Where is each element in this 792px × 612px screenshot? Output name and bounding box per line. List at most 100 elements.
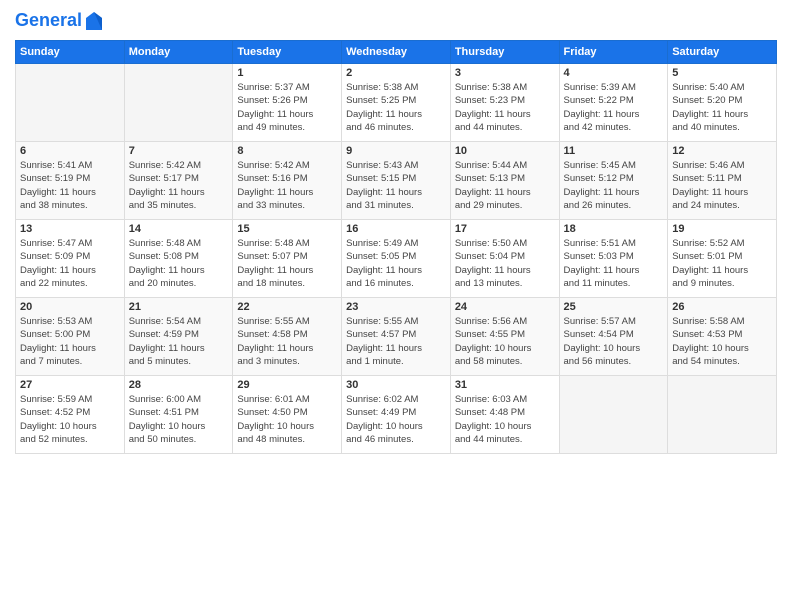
day-detail: Sunrise: 5:47 AM Sunset: 5:09 PM Dayligh… bbox=[20, 237, 120, 290]
calendar-cell bbox=[16, 64, 125, 142]
day-detail: Sunrise: 5:59 AM Sunset: 4:52 PM Dayligh… bbox=[20, 393, 120, 446]
day-number: 22 bbox=[237, 301, 337, 313]
header-tuesday: Tuesday bbox=[233, 41, 342, 64]
day-detail: Sunrise: 5:39 AM Sunset: 5:22 PM Dayligh… bbox=[564, 81, 664, 134]
day-detail: Sunrise: 6:02 AM Sunset: 4:49 PM Dayligh… bbox=[346, 393, 446, 446]
day-number: 4 bbox=[564, 67, 664, 79]
day-detail: Sunrise: 5:54 AM Sunset: 4:59 PM Dayligh… bbox=[129, 315, 229, 368]
calendar-cell bbox=[124, 64, 233, 142]
logo: General bbox=[15, 10, 104, 32]
day-number: 16 bbox=[346, 223, 446, 235]
calendar-cell bbox=[668, 376, 777, 454]
calendar-cell: 27 Sunrise: 5:59 AM Sunset: 4:52 PM Dayli… bbox=[16, 376, 125, 454]
day-detail: Sunrise: 5:57 AM Sunset: 4:54 PM Dayligh… bbox=[564, 315, 664, 368]
calendar-body: 1 Sunrise: 5:37 AM Sunset: 5:26 PM Daylig… bbox=[16, 64, 777, 454]
day-number: 11 bbox=[564, 145, 664, 157]
logo-icon bbox=[84, 10, 104, 32]
calendar-cell: 16 Sunrise: 5:49 AM Sunset: 5:05 PM Dayli… bbox=[342, 220, 451, 298]
day-number: 25 bbox=[564, 301, 664, 313]
calendar-cell: 26Sunrise: 5:58 AM Sunset: 4:53 PM Dayli… bbox=[668, 298, 777, 376]
day-number: 20 bbox=[20, 301, 120, 313]
day-detail: Sunrise: 5:50 AM Sunset: 5:04 PM Dayligh… bbox=[455, 237, 555, 290]
day-number: 23 bbox=[346, 301, 446, 313]
day-detail: Sunrise: 5:58 AM Sunset: 4:53 PM Dayligh… bbox=[672, 315, 772, 368]
day-number: 9 bbox=[346, 145, 446, 157]
day-detail: Sunrise: 5:48 AM Sunset: 5:07 PM Dayligh… bbox=[237, 237, 337, 290]
calendar-cell: 17 Sunrise: 5:50 AM Sunset: 5:04 PM Dayli… bbox=[450, 220, 559, 298]
page-container: General Sunday Monday Tuesday Wednes bbox=[0, 0, 792, 464]
header-friday: Friday bbox=[559, 41, 668, 64]
calendar-cell: 29 Sunrise: 6:01 AM Sunset: 4:50 PM Dayli… bbox=[233, 376, 342, 454]
day-detail: Sunrise: 5:46 AM Sunset: 5:11 PM Dayligh… bbox=[672, 159, 772, 212]
day-number: 12 bbox=[672, 145, 772, 157]
header-sunday: Sunday bbox=[16, 41, 125, 64]
calendar-week-5: 27 Sunrise: 5:59 AM Sunset: 4:52 PM Dayli… bbox=[16, 376, 777, 454]
header-monday: Monday bbox=[124, 41, 233, 64]
calendar-cell: 1 Sunrise: 5:37 AM Sunset: 5:26 PM Daylig… bbox=[233, 64, 342, 142]
day-number: 1 bbox=[237, 67, 337, 79]
day-detail: Sunrise: 5:43 AM Sunset: 5:15 PM Dayligh… bbox=[346, 159, 446, 212]
calendar-week-1: 1 Sunrise: 5:37 AM Sunset: 5:26 PM Daylig… bbox=[16, 64, 777, 142]
header-row: Sunday Monday Tuesday Wednesday Thursday… bbox=[16, 41, 777, 64]
day-detail: Sunrise: 5:37 AM Sunset: 5:26 PM Dayligh… bbox=[237, 81, 337, 134]
calendar-cell: 14 Sunrise: 5:48 AM Sunset: 5:08 PM Dayli… bbox=[124, 220, 233, 298]
day-detail: Sunrise: 5:51 AM Sunset: 5:03 PM Dayligh… bbox=[564, 237, 664, 290]
day-number: 24 bbox=[455, 301, 555, 313]
day-number: 2 bbox=[346, 67, 446, 79]
day-number: 19 bbox=[672, 223, 772, 235]
day-number: 17 bbox=[455, 223, 555, 235]
calendar-cell: 12 Sunrise: 5:46 AM Sunset: 5:11 PM Dayli… bbox=[668, 142, 777, 220]
day-detail: Sunrise: 5:49 AM Sunset: 5:05 PM Dayligh… bbox=[346, 237, 446, 290]
day-number: 15 bbox=[237, 223, 337, 235]
day-number: 13 bbox=[20, 223, 120, 235]
header-wednesday: Wednesday bbox=[342, 41, 451, 64]
calendar-cell: 7 Sunrise: 5:42 AM Sunset: 5:17 PM Daylig… bbox=[124, 142, 233, 220]
logo-text: General bbox=[15, 11, 82, 31]
day-detail: Sunrise: 5:53 AM Sunset: 5:00 PM Dayligh… bbox=[20, 315, 120, 368]
day-number: 6 bbox=[20, 145, 120, 157]
day-number: 29 bbox=[237, 379, 337, 391]
day-number: 14 bbox=[129, 223, 229, 235]
calendar-cell: 4 Sunrise: 5:39 AM Sunset: 5:22 PM Daylig… bbox=[559, 64, 668, 142]
day-number: 3 bbox=[455, 67, 555, 79]
calendar-cell: 30 Sunrise: 6:02 AM Sunset: 4:49 PM Dayli… bbox=[342, 376, 451, 454]
calendar-cell: 6 Sunrise: 5:41 AM Sunset: 5:19 PM Daylig… bbox=[16, 142, 125, 220]
day-detail: Sunrise: 5:41 AM Sunset: 5:19 PM Dayligh… bbox=[20, 159, 120, 212]
calendar-cell: 21Sunrise: 5:54 AM Sunset: 4:59 PM Dayli… bbox=[124, 298, 233, 376]
day-number: 10 bbox=[455, 145, 555, 157]
calendar-week-3: 13 Sunrise: 5:47 AM Sunset: 5:09 PM Dayli… bbox=[16, 220, 777, 298]
calendar-cell bbox=[559, 376, 668, 454]
calendar-week-2: 6 Sunrise: 5:41 AM Sunset: 5:19 PM Daylig… bbox=[16, 142, 777, 220]
calendar-cell: 19 Sunrise: 5:52 AM Sunset: 5:01 PM Dayli… bbox=[668, 220, 777, 298]
calendar-header: Sunday Monday Tuesday Wednesday Thursday… bbox=[16, 41, 777, 64]
day-detail: Sunrise: 5:52 AM Sunset: 5:01 PM Dayligh… bbox=[672, 237, 772, 290]
day-detail: Sunrise: 5:48 AM Sunset: 5:08 PM Dayligh… bbox=[129, 237, 229, 290]
day-number: 30 bbox=[346, 379, 446, 391]
day-number: 28 bbox=[129, 379, 229, 391]
calendar-cell: 31Sunrise: 6:03 AM Sunset: 4:48 PM Dayli… bbox=[450, 376, 559, 454]
calendar-cell: 25 Sunrise: 5:57 AM Sunset: 4:54 PM Dayli… bbox=[559, 298, 668, 376]
header: General bbox=[15, 10, 777, 32]
day-number: 5 bbox=[672, 67, 772, 79]
day-number: 7 bbox=[129, 145, 229, 157]
calendar-cell: 23 Sunrise: 5:55 AM Sunset: 4:57 PM Dayli… bbox=[342, 298, 451, 376]
day-number: 8 bbox=[237, 145, 337, 157]
day-detail: Sunrise: 6:01 AM Sunset: 4:50 PM Dayligh… bbox=[237, 393, 337, 446]
calendar-cell: 28 Sunrise: 6:00 AM Sunset: 4:51 PM Dayli… bbox=[124, 376, 233, 454]
day-detail: Sunrise: 5:44 AM Sunset: 5:13 PM Dayligh… bbox=[455, 159, 555, 212]
calendar-cell: 13 Sunrise: 5:47 AM Sunset: 5:09 PM Dayli… bbox=[16, 220, 125, 298]
calendar-cell: 15 Sunrise: 5:48 AM Sunset: 5:07 PM Dayli… bbox=[233, 220, 342, 298]
header-saturday: Saturday bbox=[668, 41, 777, 64]
day-detail: Sunrise: 5:38 AM Sunset: 5:25 PM Dayligh… bbox=[346, 81, 446, 134]
calendar-cell: 9 Sunrise: 5:43 AM Sunset: 5:15 PM Daylig… bbox=[342, 142, 451, 220]
day-detail: Sunrise: 5:55 AM Sunset: 4:57 PM Dayligh… bbox=[346, 315, 446, 368]
header-thursday: Thursday bbox=[450, 41, 559, 64]
calendar-cell: 3Sunrise: 5:38 AM Sunset: 5:23 PM Daylig… bbox=[450, 64, 559, 142]
day-detail: Sunrise: 6:00 AM Sunset: 4:51 PM Dayligh… bbox=[129, 393, 229, 446]
calendar-cell: 5 Sunrise: 5:40 AM Sunset: 5:20 PM Daylig… bbox=[668, 64, 777, 142]
calendar-cell: 11Sunrise: 5:45 AM Sunset: 5:12 PM Dayli… bbox=[559, 142, 668, 220]
day-detail: Sunrise: 5:42 AM Sunset: 5:17 PM Dayligh… bbox=[129, 159, 229, 212]
day-detail: Sunrise: 5:40 AM Sunset: 5:20 PM Dayligh… bbox=[672, 81, 772, 134]
calendar-cell: 2 Sunrise: 5:38 AM Sunset: 5:25 PM Daylig… bbox=[342, 64, 451, 142]
day-number: 27 bbox=[20, 379, 120, 391]
